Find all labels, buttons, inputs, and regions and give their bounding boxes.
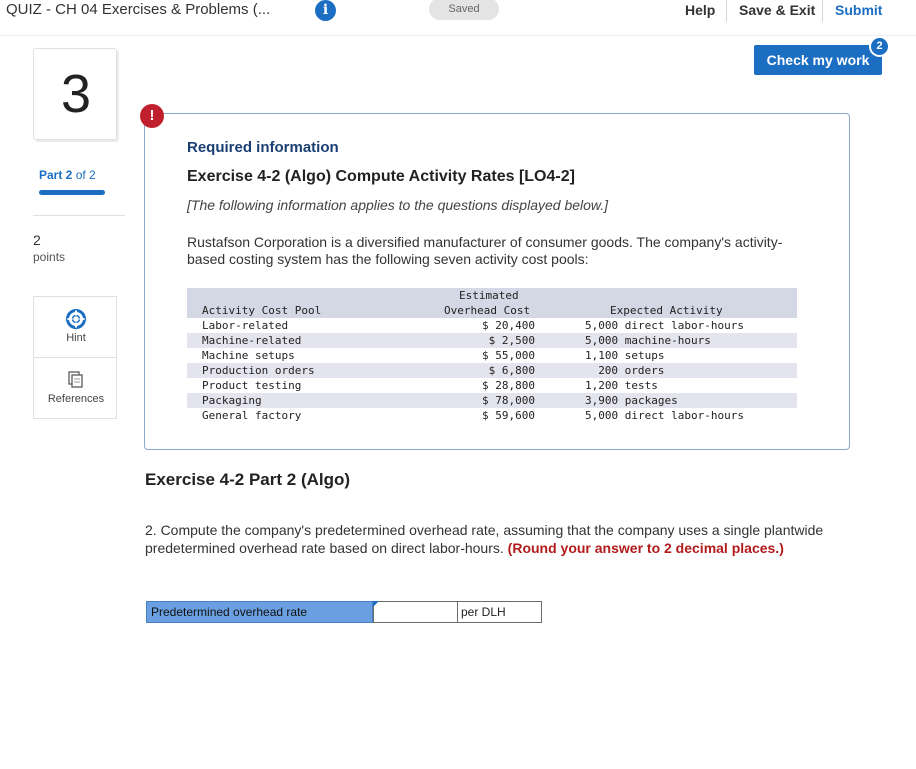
cell-activity: 3,900 packages bbox=[585, 394, 678, 407]
cell-cost: $ 20,400 bbox=[482, 319, 535, 332]
cell-pool: Machine-related bbox=[202, 334, 302, 347]
overhead-rate-input[interactable] bbox=[373, 601, 458, 623]
table-row: Product testing $ 28,800 1,200 tests bbox=[187, 378, 797, 393]
cell-pool: Production orders bbox=[202, 364, 315, 377]
part-title: Exercise 4-2 Part 2 (Algo) bbox=[145, 470, 351, 489]
help-link[interactable]: Help bbox=[685, 2, 715, 18]
input-flag-icon bbox=[373, 601, 379, 607]
exercise-title: Exercise 4-2 (Algo) Compute Activity Rat… bbox=[187, 168, 575, 185]
cell-cost: $ 78,000 bbox=[482, 394, 535, 407]
alert-icon: ! bbox=[140, 104, 164, 128]
table-row: Production orders $ 6,800 200 orders bbox=[187, 363, 797, 378]
part-progress-bar bbox=[39, 190, 105, 195]
hint-button[interactable]: Hint bbox=[33, 296, 117, 358]
hint-label: Hint bbox=[66, 332, 86, 344]
quiz-title: QUIZ - CH 04 Exercises & Problems (... bbox=[6, 1, 271, 18]
cell-cost: $ 59,600 bbox=[482, 409, 535, 422]
exercise-body: Rustafson Corporation is a diversified m… bbox=[187, 234, 783, 267]
part-current: Part 2 bbox=[39, 168, 73, 182]
cell-pool: General factory bbox=[202, 409, 302, 422]
table-header-cost: Overhead Cost bbox=[444, 304, 531, 317]
question-number: 3 bbox=[60, 64, 92, 124]
cell-cost: $ 6,800 bbox=[488, 364, 535, 377]
table-header-estimated: Estimated bbox=[459, 289, 519, 302]
cell-cost: $ 2,500 bbox=[488, 334, 535, 347]
cell-activity: 200 orders bbox=[598, 364, 665, 377]
cell-pool: Labor-related bbox=[202, 319, 289, 332]
table-row: Labor-related $ 20,400 5,000 direct labor-… bbox=[187, 318, 797, 333]
cell-pool: Product testing bbox=[202, 379, 302, 392]
cell-activity: 1,100 setups bbox=[585, 349, 665, 362]
references-button[interactable]: References bbox=[33, 357, 117, 419]
top-bar: QUIZ - CH 04 Exercises & Problems (... i… bbox=[0, 0, 916, 36]
cell-activity: 5,000 direct labor-hours bbox=[585, 409, 744, 422]
check-my-work-button[interactable]: Check my work bbox=[754, 45, 882, 75]
question-number-card: 3 bbox=[33, 48, 117, 140]
cell-activity: 5,000 machine-hours bbox=[585, 334, 711, 347]
check-work-badge: 2 bbox=[869, 36, 890, 57]
answer-unit: per DLH bbox=[458, 601, 542, 623]
cell-pool: Packaging bbox=[202, 394, 262, 407]
answer-label: Predetermined overhead rate bbox=[146, 601, 373, 623]
references-label: References bbox=[47, 393, 105, 405]
cell-pool: Machine setups bbox=[202, 349, 295, 362]
rounding-note: (Round your answer to 2 decimal places.) bbox=[507, 539, 784, 556]
points-label: points bbox=[33, 250, 66, 264]
cell-activity: 1,200 tests bbox=[585, 379, 658, 392]
exercise-subtitle: [The following information applies to th… bbox=[187, 197, 609, 213]
saved-status: Saved bbox=[429, 0, 499, 20]
part-total: of 2 bbox=[72, 168, 96, 182]
required-information-heading: Required information bbox=[187, 139, 339, 156]
table-row: Machine-related $ 2,500 5,000 machine-hour… bbox=[187, 333, 797, 348]
save-exit-link[interactable]: Save & Exit bbox=[739, 2, 815, 18]
divider bbox=[726, 0, 727, 22]
rail-divider bbox=[33, 215, 125, 216]
points-value: 2 bbox=[33, 232, 41, 248]
table-row: Packaging $ 78,000 3,900 packages bbox=[187, 393, 797, 408]
table-header-pool: Activity Cost Pool bbox=[202, 304, 322, 317]
table-row: Machine setups $ 55,000 1,100 setups bbox=[187, 348, 797, 363]
activity-cost-table: Estimated Activity Cost Pool Overhead Co… bbox=[187, 288, 797, 424]
table-header-activity: Expected Activity bbox=[610, 304, 723, 317]
table-header-row: Estimated Activity Cost Pool Overhead Co… bbox=[187, 288, 797, 318]
table-row: General factory $ 59,600 5,000 direct labo… bbox=[187, 408, 797, 423]
cell-activity: 5,000 direct labor-hours bbox=[585, 319, 744, 332]
lifebuoy-icon bbox=[66, 309, 86, 329]
cell-cost: $ 55,000 bbox=[482, 349, 535, 362]
part-indicator: Part 2 of 2 bbox=[39, 168, 96, 182]
info-icon[interactable]: i bbox=[315, 0, 336, 21]
cell-cost: $ 28,800 bbox=[482, 379, 535, 392]
divider bbox=[822, 0, 823, 22]
question-text: 2. Compute the company's predetermined o… bbox=[145, 522, 875, 557]
submit-link[interactable]: Submit bbox=[835, 2, 882, 18]
documents-icon bbox=[68, 371, 83, 388]
